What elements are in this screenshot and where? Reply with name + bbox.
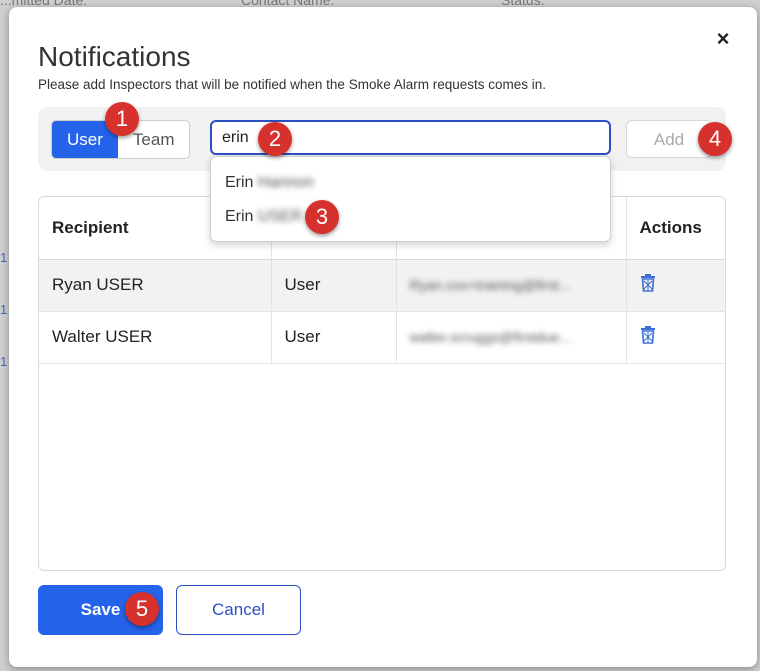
step-badge-1: 1	[105, 102, 139, 136]
bg-link: 1	[0, 354, 8, 369]
recipients-table: Recipient Actions Ryan USER User Ryan.co…	[38, 196, 726, 571]
modal-subtitle: Please add Inspectors that will be notif…	[38, 77, 547, 92]
header-actions: Actions	[626, 197, 725, 260]
suggestion-last-name: USER	[257, 208, 303, 225]
suggestion-item[interactable]: Erin USER	[211, 200, 610, 234]
recipient-type: User	[271, 259, 397, 312]
table-row: Ryan USER User Ryan.cox+training@first..…	[39, 259, 725, 312]
suggestion-item[interactable]: Erin Hannon	[211, 166, 610, 200]
step-badge-3: 3	[305, 200, 339, 234]
recipient-type: User	[271, 311, 397, 364]
cancel-button[interactable]: Cancel	[176, 585, 301, 635]
modal-title: Notifications	[38, 41, 191, 72]
table-row: Walter USER User walter.scruggs@firstdue…	[39, 311, 725, 364]
actions-cell	[626, 311, 725, 364]
trash-icon[interactable]	[640, 273, 656, 292]
close-icon[interactable]: ×	[709, 25, 737, 53]
recipient-email: Ryan.cox+training@first...	[396, 259, 627, 312]
step-badge-4: 4	[698, 122, 732, 156]
bg-link: 1	[0, 250, 8, 265]
recipient-email-text: Ryan.cox+training@first...	[409, 277, 571, 293]
trash-icon[interactable]	[640, 325, 656, 344]
suggestion-first-name: Erin	[225, 208, 254, 225]
bg-link: 1	[0, 302, 8, 317]
recipient-name: Walter USER	[39, 311, 272, 364]
step-badge-2: 2	[258, 122, 292, 156]
recipient-name: Ryan USER	[39, 259, 272, 312]
suggestion-last-name: Hannon	[257, 174, 314, 191]
step-badge-5: 5	[125, 592, 159, 626]
search-suggestions-dropdown: Erin Hannon Erin USER	[210, 156, 611, 242]
suggestion-first-name: Erin	[225, 174, 254, 191]
recipient-email: walter.scruggs@firstdue...	[396, 311, 627, 364]
recipient-email-text: walter.scruggs@firstdue...	[409, 329, 571, 345]
actions-cell	[626, 259, 725, 312]
